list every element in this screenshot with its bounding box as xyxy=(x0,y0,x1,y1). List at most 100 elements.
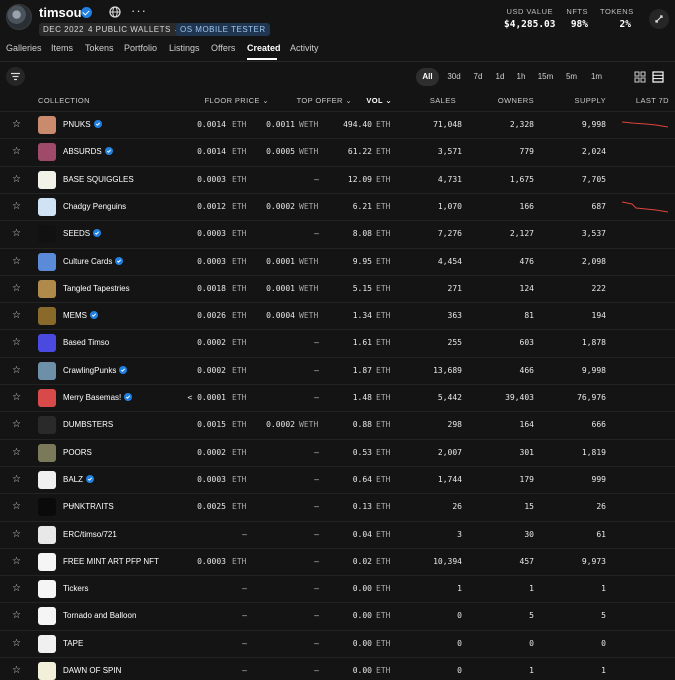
tab-created[interactable]: Created xyxy=(247,43,281,53)
star-icon[interactable]: ☆ xyxy=(12,419,21,430)
collection-name[interactable]: Tornado and Balloon xyxy=(63,611,136,620)
tab-activity[interactable]: Activity xyxy=(290,43,319,53)
col-vol[interactable]: VOL ⌄ xyxy=(350,96,392,105)
collection-name[interactable]: ERC/timso/721 xyxy=(63,530,117,539)
star-icon[interactable]: ☆ xyxy=(12,638,21,649)
star-icon[interactable]: ☆ xyxy=(12,529,21,540)
table-row[interactable]: ☆ Culture Cards 0.0003 ETH 0.0001 WETH 9.95 ETH… xyxy=(0,247,675,275)
table-row[interactable]: ☆ BALZ 0.0003 ETH – 0.64 ETH 1,744 179 999 xyxy=(0,465,675,493)
star-icon[interactable]: ☆ xyxy=(12,228,21,239)
star-icon[interactable]: ☆ xyxy=(12,119,21,130)
collection-thumbnail xyxy=(38,662,56,680)
table-row[interactable]: ☆ ABSURDS 0.0014 ETH 0.0005 WETH 61.22 ETH 3,571… xyxy=(0,138,675,165)
table-row[interactable]: ☆ DUMBSTERS 0.0015 ETH 0.0002 WETH 0.88 ETH 298 1… xyxy=(0,411,675,438)
time-filter-1d[interactable]: 1d xyxy=(491,68,509,86)
table-row[interactable]: ☆ Tickers – – 0.00 ETH 1 1 1 xyxy=(0,575,675,602)
collection-name[interactable]: Merry Basemas! xyxy=(63,393,133,402)
table-row[interactable]: ☆ POORS 0.0002 ETH – 0.53 ETH 2,007 301 1,819 xyxy=(0,438,675,466)
username[interactable]: timsou xyxy=(39,5,82,20)
collection-name[interactable]: DUMBSTERS xyxy=(63,420,113,429)
volume-value: 0.00 xyxy=(352,611,372,621)
tab-galleries[interactable]: Galleries xyxy=(6,43,42,53)
collection-name[interactable]: Culture Cards xyxy=(63,256,124,266)
collection-name[interactable]: Tangled Tapestries xyxy=(63,284,130,293)
collection-name[interactable]: MEMS xyxy=(63,311,98,320)
table-row[interactable]: ☆ ERC/timso/721 – – 0.04 ETH 3 30 61 xyxy=(0,520,675,548)
table-row[interactable]: ☆ Merry Basemas! < 0.0001 ETH – 1.48 ETH 5,442 3… xyxy=(0,384,675,411)
filter-button[interactable] xyxy=(6,67,25,86)
col-top-offer[interactable]: TOP OFFER ⌄ xyxy=(262,96,352,105)
collection-name[interactable]: Based Timso xyxy=(63,338,109,347)
table-row[interactable]: ☆ CrawlingPunks 0.0002 ETH – 1.87 ETH 13,689 466… xyxy=(0,356,675,384)
col-collection[interactable]: COLLECTION xyxy=(38,96,90,105)
star-icon[interactable]: ☆ xyxy=(12,583,21,594)
time-filter-5m[interactable]: 5m xyxy=(561,68,582,86)
time-filter-all[interactable]: All xyxy=(416,68,439,86)
collection-name[interactable]: DAWN OF SPIN xyxy=(63,666,121,675)
collection-name[interactable]: Chadgy Penguins xyxy=(63,202,126,211)
collection-name[interactable]: FREE MINT ART PFP NFT xyxy=(63,557,159,566)
globe-icon[interactable] xyxy=(109,6,121,18)
stat-value: 98% xyxy=(570,19,588,30)
table-row[interactable]: ☆ MEMS 0.0026 ETH 0.0004 WETH 1.34 ETH 363 81 194 xyxy=(0,302,675,329)
star-icon[interactable]: ☆ xyxy=(12,556,21,567)
star-icon[interactable]: ☆ xyxy=(12,392,21,403)
col-owners[interactable]: OWNERS xyxy=(484,96,534,105)
star-icon[interactable]: ☆ xyxy=(12,201,21,212)
wallets-pill[interactable]: 4 PUBLIC WALLETS ⌄ xyxy=(84,23,185,36)
table-row[interactable]: ☆ Chadgy Penguins 0.0012 ETH 0.0002 WETH 6.21 E… xyxy=(0,192,675,220)
avatar[interactable] xyxy=(6,4,32,30)
collection-name[interactable]: POORS xyxy=(63,448,92,457)
table-row[interactable]: ☆ DAWN OF SPIN – – 0.00 ETH 0 1 1 xyxy=(0,657,675,680)
collection-name[interactable]: BALZ xyxy=(63,474,95,484)
collection-name[interactable]: ABSURDS xyxy=(63,147,113,156)
star-icon[interactable]: ☆ xyxy=(12,665,21,676)
tab-items[interactable]: Items xyxy=(51,43,73,53)
table-row[interactable]: ☆ BASE SQUIGGLES 0.0003 ETH – 12.09 ETH 4,731 1,… xyxy=(0,165,675,193)
col-supply[interactable]: SUPPLY xyxy=(560,96,606,105)
tab-tokens[interactable]: Tokens xyxy=(85,43,114,53)
table-row[interactable]: ☆ Based Timso 0.0002 ETH – 1.61 ETH 255 603 1,878 xyxy=(0,329,675,356)
star-icon[interactable]: ☆ xyxy=(12,365,21,376)
time-filter-15m[interactable]: 15m xyxy=(534,68,557,86)
table-row[interactable]: ☆ FREE MINT ART PFP NFT 0.0003 ETH – 0.02 ETH 1… xyxy=(0,547,675,575)
star-icon[interactable]: ☆ xyxy=(12,610,21,621)
grid-view-icon[interactable] xyxy=(634,71,646,83)
star-icon[interactable]: ☆ xyxy=(12,146,21,157)
more-icon[interactable]: ··· xyxy=(131,3,147,18)
star-icon[interactable]: ☆ xyxy=(12,337,21,348)
table-row[interactable]: ☆ Tornado and Balloon – – 0.00 ETH 0 5 5 xyxy=(0,602,675,629)
collection-name[interactable]: TAPE xyxy=(63,639,83,648)
table-row[interactable]: ☆ PɄNKTRɅITS 0.0025 ETH – 0.13 ETH 26 15 26 xyxy=(0,493,675,520)
time-filter-1h[interactable]: 1h xyxy=(512,68,530,86)
star-icon[interactable]: ☆ xyxy=(12,501,21,512)
star-icon[interactable]: ☆ xyxy=(12,174,21,185)
collection-name[interactable]: CrawlingPunks xyxy=(63,365,128,375)
time-filter-7d[interactable]: 7d xyxy=(469,68,487,86)
collection-name[interactable]: PNUKS xyxy=(63,120,102,129)
expand-button[interactable] xyxy=(649,9,669,29)
star-icon[interactable]: ☆ xyxy=(12,283,21,294)
col-floor-price[interactable]: FLOOR PRICE ⌄ xyxy=(180,96,269,105)
time-filter-30d[interactable]: 30d xyxy=(443,68,465,86)
collection-name[interactable]: PɄNKTRɅITS xyxy=(63,502,114,511)
tab-listings[interactable]: Listings xyxy=(169,43,200,53)
collection-name[interactable]: BASE SQUIGGLES xyxy=(63,175,134,184)
tab-portfolio[interactable]: Portfolio xyxy=(124,43,157,53)
time-filter-1m[interactable]: 1m xyxy=(586,68,607,86)
floor-price-unit: ETH xyxy=(232,338,247,348)
volume-value: 1.61 xyxy=(352,338,372,348)
table-row[interactable]: ☆ Tangled Tapestries 0.0018 ETH 0.0001 WETH 5.… xyxy=(0,274,675,302)
star-icon[interactable]: ☆ xyxy=(12,310,21,321)
star-icon[interactable]: ☆ xyxy=(12,447,21,458)
table-row[interactable]: ☆ PNUKS 0.0014 ETH 0.0011 WETH 494.40 ETH 71,048… xyxy=(0,111,675,138)
collection-name[interactable]: SEEDS xyxy=(63,229,102,238)
collection-name[interactable]: Tickers xyxy=(63,584,88,593)
star-icon[interactable]: ☆ xyxy=(12,256,21,267)
tab-offers[interactable]: Offers xyxy=(211,43,235,53)
table-row[interactable]: ☆ TAPE – – 0.00 ETH 0 0 0 xyxy=(0,629,675,657)
table-view-icon[interactable] xyxy=(652,71,664,83)
star-icon[interactable]: ☆ xyxy=(12,474,21,485)
table-row[interactable]: ☆ SEEDS 0.0003 ETH – 8.08 ETH 7,276 2,127 3,537 xyxy=(0,220,675,247)
col-sales[interactable]: SALES xyxy=(410,96,456,105)
